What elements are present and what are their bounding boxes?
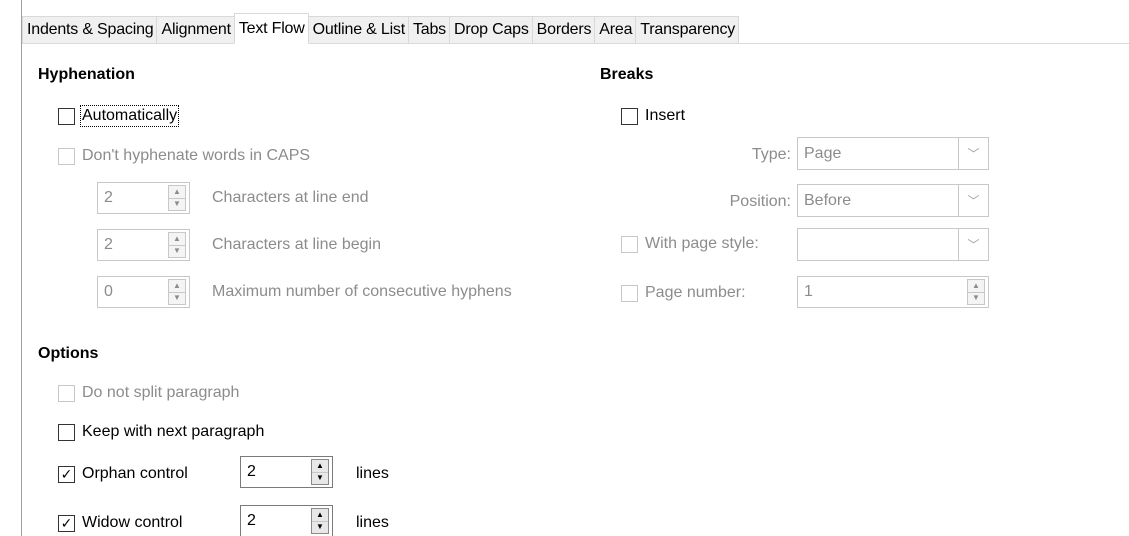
- spin-up-icon[interactable]: ▲: [312, 460, 328, 473]
- chars-line-begin-label: Characters at line begin: [212, 236, 381, 253]
- break-position-value[interactable]: Before: [798, 192, 958, 210]
- tab-indents-spacing[interactable]: Indents & Spacing: [22, 16, 158, 44]
- spin-up-icon[interactable]: ▲: [312, 509, 328, 522]
- spin-down-icon[interactable]: ▼: [312, 522, 328, 534]
- page-number-spin-buttons[interactable]: ▲ ▼: [967, 279, 985, 305]
- chevron-down-icon[interactable]: ﹀: [958, 229, 988, 260]
- dialog-left-border: [21, 0, 22, 536]
- chars-line-end-label: Characters at line end: [212, 189, 369, 206]
- spin-up-icon[interactable]: ▲: [169, 280, 185, 293]
- orphan-control-row[interactable]: ✓ Orphan control: [58, 462, 188, 486]
- break-position-select[interactable]: Before ﹀: [797, 184, 989, 217]
- chevron-down-icon[interactable]: ﹀: [958, 138, 988, 169]
- widow-lines-spin-buttons[interactable]: ▲ ▼: [311, 508, 329, 534]
- chevron-down-icon[interactable]: ﹀: [958, 185, 988, 216]
- chars-line-end-spinbox[interactable]: 2 ▲ ▼: [97, 182, 190, 214]
- break-type-label: Type:: [751, 146, 791, 163]
- spin-down-icon[interactable]: ▼: [169, 293, 185, 305]
- spin-up-icon[interactable]: ▲: [169, 186, 185, 199]
- widow-control-row[interactable]: ✓ Widow control: [58, 511, 182, 535]
- tab-text-flow[interactable]: Text Flow: [233, 13, 309, 44]
- page-number-row[interactable]: Page number:: [621, 281, 746, 305]
- max-hyphens-value[interactable]: 0: [98, 283, 168, 301]
- max-hyphens-spinbox[interactable]: 0 ▲ ▼: [97, 276, 190, 308]
- spin-down-icon[interactable]: ▼: [312, 473, 328, 485]
- with-page-style-label: With page style:: [645, 235, 759, 252]
- do-not-split-row[interactable]: Do not split paragraph: [58, 381, 239, 405]
- tab-bar: Indents & Spacing Alignment Text Flow Ou…: [22, 13, 740, 44]
- tab-borders[interactable]: Borders: [531, 16, 596, 44]
- spin-up-icon[interactable]: ▲: [169, 233, 185, 246]
- tab-tabs[interactable]: Tabs: [407, 16, 450, 44]
- breaks-heading: Breaks: [600, 66, 654, 83]
- chars-line-end-value[interactable]: 2: [98, 189, 168, 207]
- tab-panel-border: [22, 43, 1129, 44]
- orphan-lines-spin-buttons[interactable]: ▲ ▼: [311, 459, 329, 485]
- keep-with-next-label[interactable]: Keep with next paragraph: [82, 423, 264, 441]
- widow-control-checkbox[interactable]: ✓: [58, 514, 75, 532]
- options-heading: Options: [38, 345, 99, 362]
- automatically-row[interactable]: Automatically: [58, 104, 180, 128]
- with-page-style-checkbox[interactable]: [621, 235, 638, 253]
- chars-line-begin-value[interactable]: 2: [98, 236, 168, 254]
- break-type-value[interactable]: Page: [798, 145, 958, 163]
- tab-outline-list[interactable]: Outline & List: [307, 16, 409, 44]
- check-icon: ✓: [60, 515, 73, 531]
- spin-down-icon[interactable]: ▼: [169, 199, 185, 211]
- page-number-spinbox[interactable]: 1 ▲ ▼: [797, 276, 989, 308]
- spin-up-icon[interactable]: ▲: [968, 280, 984, 293]
- do-not-split-checkbox[interactable]: [58, 384, 75, 402]
- widow-control-label[interactable]: Widow control: [82, 514, 182, 532]
- break-position-label: Position:: [729, 193, 791, 210]
- dont-hyphenate-caps-label: Don't hyphenate words in CAPS: [82, 147, 311, 164]
- with-page-style-row[interactable]: With page style:: [621, 232, 759, 256]
- chars-line-begin-spin-buttons[interactable]: ▲ ▼: [168, 232, 186, 258]
- keep-with-next-row[interactable]: Keep with next paragraph: [58, 420, 264, 444]
- hyphenation-heading: Hyphenation: [38, 66, 135, 83]
- keep-with-next-checkbox[interactable]: [58, 423, 75, 441]
- max-hyphens-spin-buttons[interactable]: ▲ ▼: [168, 279, 186, 305]
- widow-lines-unit: lines: [356, 514, 389, 531]
- page-number-checkbox[interactable]: [621, 284, 638, 302]
- page-style-select[interactable]: ﹀: [797, 228, 989, 261]
- spin-down-icon[interactable]: ▼: [169, 246, 185, 258]
- tab-transparency[interactable]: Transparency: [635, 16, 740, 44]
- orphan-lines-value[interactable]: 2: [241, 463, 311, 481]
- page-number-value[interactable]: 1: [798, 283, 967, 301]
- automatically-checkbox[interactable]: [58, 107, 75, 125]
- check-icon: ✓: [60, 466, 73, 482]
- break-type-select[interactable]: Page ﹀: [797, 137, 989, 170]
- insert-break-label[interactable]: Insert: [645, 107, 685, 125]
- insert-break-checkbox[interactable]: [621, 107, 638, 125]
- automatically-label[interactable]: Automatically: [79, 105, 180, 127]
- chars-line-end-spin-buttons[interactable]: ▲ ▼: [168, 185, 186, 211]
- orphan-control-checkbox[interactable]: ✓: [58, 465, 75, 483]
- max-hyphens-label: Maximum number of consecutive hyphens: [212, 283, 512, 300]
- orphan-lines-unit: lines: [356, 465, 389, 482]
- chars-line-begin-spinbox[interactable]: 2 ▲ ▼: [97, 229, 190, 261]
- tab-alignment[interactable]: Alignment: [156, 16, 235, 44]
- dont-hyphenate-caps-row[interactable]: Don't hyphenate words in CAPS: [58, 144, 310, 168]
- page-number-label: Page number:: [645, 284, 746, 301]
- tab-area[interactable]: Area: [594, 16, 637, 44]
- orphan-lines-spinbox[interactable]: 2 ▲ ▼: [240, 456, 333, 488]
- widow-lines-value[interactable]: 2: [241, 512, 311, 530]
- spin-down-icon[interactable]: ▼: [968, 293, 984, 305]
- insert-break-row[interactable]: Insert: [621, 104, 685, 128]
- tab-drop-caps[interactable]: Drop Caps: [448, 16, 533, 44]
- dont-hyphenate-caps-checkbox[interactable]: [58, 147, 75, 165]
- do-not-split-label: Do not split paragraph: [82, 384, 240, 401]
- widow-lines-spinbox[interactable]: 2 ▲ ▼: [240, 505, 333, 536]
- orphan-control-label[interactable]: Orphan control: [82, 465, 188, 483]
